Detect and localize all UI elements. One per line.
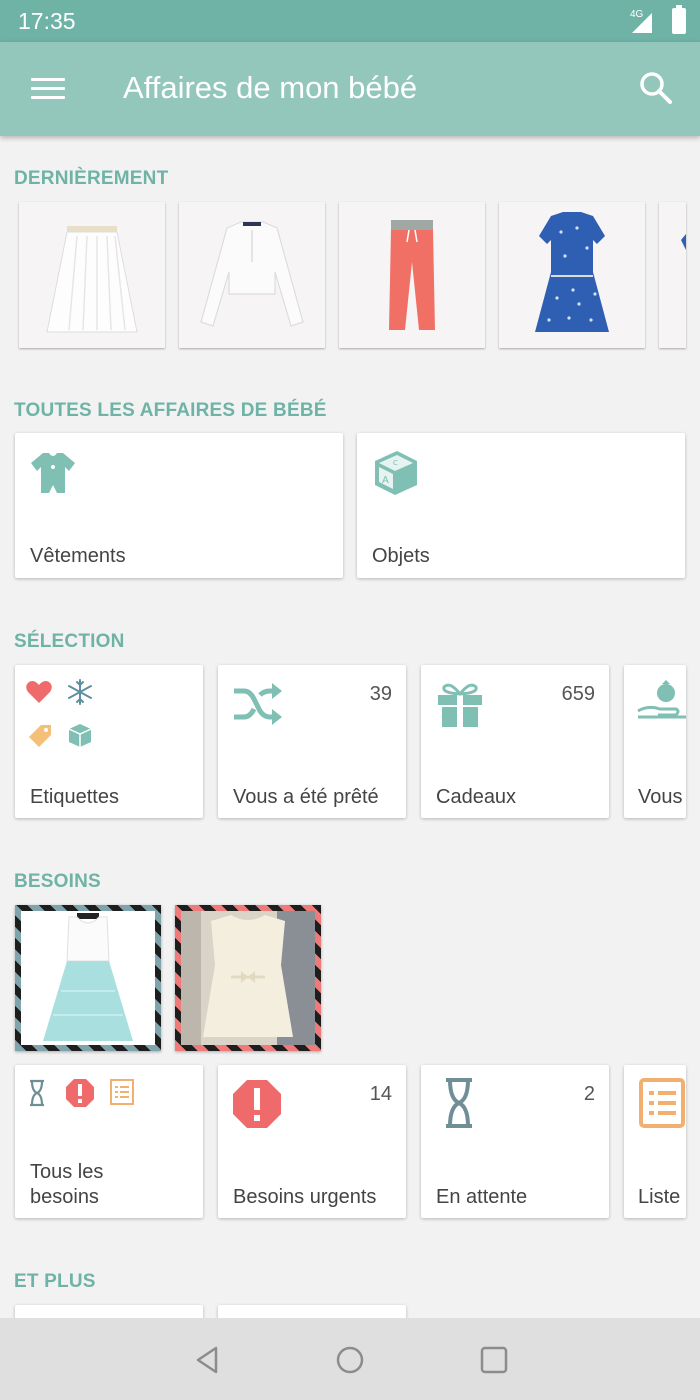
toy-block-icon: C A: [375, 451, 417, 495]
price-tag-icon: [29, 725, 51, 747]
section-title-recent: DERNIÈREMENT: [14, 168, 169, 189]
app-bar: Affaires de mon bébé: [0, 42, 700, 136]
category-label-objects: Objets: [372, 545, 430, 567]
section-title-all-items: TOUTES LES AFFAIRES DE BÉBÉ: [14, 400, 327, 421]
onesie-icon: [31, 453, 75, 493]
list-icon: [110, 1079, 134, 1105]
snowflake-icon: [68, 679, 92, 705]
need-item-cream-dress[interactable]: [175, 905, 321, 1051]
needs-card-all[interactable]: Tous les besoins: [15, 1065, 203, 1218]
recent-item-skirt[interactable]: [19, 202, 165, 348]
selection-count-lent: 39: [369, 683, 392, 705]
back-button[interactable]: [192, 1344, 224, 1376]
needs-label-urgent: Besoins urgents: [233, 1186, 377, 1208]
needs-label-pending: En attente: [436, 1186, 528, 1208]
needs-label-all-line2: besoins: [30, 1186, 99, 1208]
recents-icon: [480, 1346, 508, 1374]
needs-count-urgent: 14: [369, 1083, 392, 1105]
hourglass-icon: [30, 1079, 44, 1107]
category-card-objects[interactable]: C A Objets: [357, 433, 685, 578]
needs-card-urgent[interactable]: 14 Besoins urgents: [218, 1065, 406, 1218]
needs-label-list: Liste: [638, 1186, 681, 1208]
list-icon: [639, 1078, 685, 1128]
selection-card-lent[interactable]: 39 Vous a été prêté: [218, 665, 406, 818]
selection-card-you[interactable]: Vous: [624, 665, 686, 818]
needs-label-all-line1: Tous les: [30, 1161, 104, 1183]
alert-icon: [66, 1079, 94, 1107]
status-time: 17:35: [18, 8, 76, 34]
category-card-clothes[interactable]: Vêtements: [15, 433, 343, 578]
money-hand-icon: [637, 680, 686, 719]
recent-item-pants[interactable]: [339, 202, 485, 348]
selection-label-lent: Vous a été prêté: [233, 786, 379, 808]
alert-icon: [233, 1080, 281, 1128]
selection-label-tags: Etiquettes: [30, 786, 119, 808]
home-button[interactable]: [334, 1344, 366, 1376]
recents-button[interactable]: [478, 1344, 510, 1376]
hourglass-icon: [446, 1078, 472, 1128]
needs-card-list[interactable]: Liste: [624, 1065, 686, 1218]
home-icon: [336, 1346, 364, 1374]
section-title-selection: SÉLECTION: [14, 631, 125, 652]
section-title-needs: BESOINS: [14, 871, 101, 892]
selection-card-gifts[interactable]: 659 Cadeaux: [421, 665, 609, 818]
menu-button[interactable]: [28, 72, 68, 106]
battery-icon: [672, 5, 686, 34]
network-label: 4G: [630, 9, 644, 20]
recent-item-partial[interactable]: [659, 202, 686, 348]
svg-text:C: C: [393, 459, 398, 467]
heart-icon: [26, 681, 52, 703]
needs-card-pending[interactable]: 2 En attente: [421, 1065, 609, 1218]
selection-card-tags[interactable]: Etiquettes: [15, 665, 203, 818]
search-icon: [640, 72, 672, 104]
search-button[interactable]: [636, 68, 676, 108]
shuffle-icon: [234, 683, 282, 725]
recent-item-dress[interactable]: [499, 202, 645, 348]
selection-label-you: Vous: [638, 786, 683, 808]
need-item-tulle-dress[interactable]: [15, 905, 161, 1051]
section-title-more: ET PLUS: [14, 1271, 96, 1292]
selection-label-gifts: Cadeaux: [436, 786, 517, 808]
system-nav-bar: [0, 1318, 700, 1400]
selection-count-gifts: 659: [561, 683, 595, 705]
box-icon: [68, 724, 92, 747]
svg-text:A: A: [382, 475, 389, 486]
status-bar: 17:35 4G: [0, 0, 700, 42]
signal-icon: 4G: [628, 7, 662, 35]
back-icon: [196, 1346, 218, 1374]
recent-item-cardigan[interactable]: [179, 202, 325, 348]
gift-icon: [438, 683, 482, 727]
category-label-clothes: Vêtements: [30, 545, 126, 567]
needs-count-pending: 2: [583, 1083, 595, 1105]
page-title: Affaires de mon bébé: [123, 70, 418, 105]
